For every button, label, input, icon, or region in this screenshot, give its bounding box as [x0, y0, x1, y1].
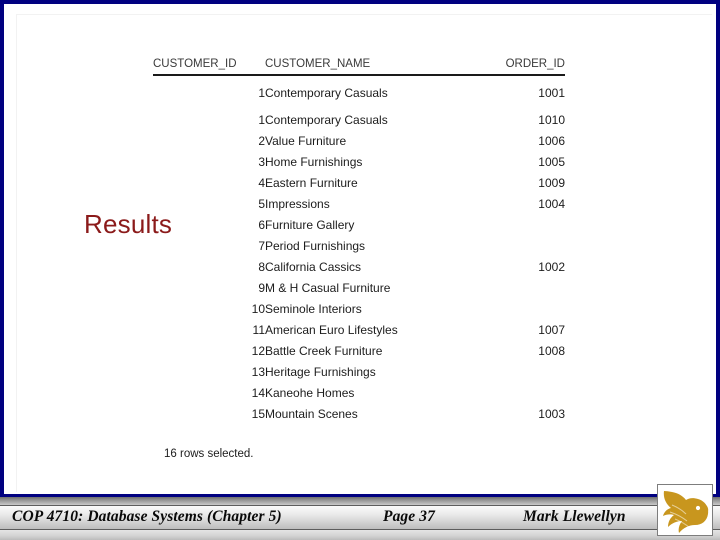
cell-customer-id: 4: [258, 176, 265, 190]
pegasus-icon: [663, 491, 709, 533]
table-row: 5 Impressions 1004: [153, 194, 565, 215]
cell-order-id: 1004: [538, 197, 565, 211]
cell-order-id: 1001: [538, 86, 565, 100]
cell-order-id: 1008: [538, 344, 565, 358]
cell-order-id: [470, 383, 565, 404]
slide: Results CUSTOMER_ID CUSTOMER_NAME ORDER_…: [0, 0, 720, 540]
table-row: 9M & H Casual Furniture: [153, 278, 565, 299]
cell-order-id: 1009: [538, 176, 565, 190]
cell-customer-name: Seminole Interiors: [265, 302, 362, 316]
ucf-pegasus-logo: [657, 484, 713, 536]
cell-customer-id: 13: [251, 365, 265, 379]
cell-order-id: 1007: [538, 323, 565, 337]
rows-selected-status: 16 rows selected.: [164, 448, 254, 460]
cell-customer-name: Contemporary Casuals: [265, 86, 388, 100]
table-body: 1 Contemporary Casuals 1001 1 Contemporary C…: [153, 75, 565, 425]
cell-order-id: [470, 278, 565, 299]
cell-customer-name: M & H Casual Furniture: [265, 281, 391, 295]
cell-customer-id: 14: [251, 386, 265, 400]
cell-customer-name: Value Furniture: [265, 134, 347, 148]
cell-customer-name: Furniture Gallery: [265, 218, 355, 232]
cell-customer-name: Eastern Furniture: [265, 176, 358, 190]
cell-customer-id: 10: [251, 302, 265, 316]
cell-customer-id: 1: [258, 113, 265, 127]
footer-course-title: COP 4710: Database Systems (Chapter 5): [12, 508, 282, 525]
cell-customer-id: 9: [258, 281, 265, 295]
column-header-order-id: ORDER_ID: [470, 58, 565, 76]
table-row: 11 American Euro Lifestyles 1007: [153, 320, 565, 341]
cell-customer-id: 11: [252, 323, 265, 337]
table-row: 10 Seminole Interiors: [153, 299, 565, 320]
table-row: 7 Period Furnishings: [153, 236, 565, 257]
cell-order-id: [470, 215, 565, 236]
table-row: 4 Eastern Furniture 1009: [153, 173, 565, 194]
footer-top-strip: [0, 497, 720, 505]
cell-customer-id: 1: [258, 86, 265, 100]
cell-customer-id: 7: [258, 239, 265, 253]
table-row: 1 Contemporary Casuals 1001: [153, 75, 565, 110]
query-result-grid: CUSTOMER_ID CUSTOMER_NAME ORDER_ID 1 Cont…: [153, 58, 565, 425]
cell-customer-name: Contemporary Casuals: [265, 113, 388, 127]
cell-customer-name: Kaneohe Homes: [265, 386, 355, 400]
table-row: 3 Home Furnishings 1005: [153, 152, 565, 173]
footer-author-name: Mark Llewellyn: [523, 508, 626, 525]
cell-customer-id: 2: [258, 134, 265, 148]
slide-footer: COP 4710: Database Systems (Chapter 5) P…: [0, 497, 720, 540]
table-row: 13 Heritage Furnishings: [153, 362, 565, 383]
cell-customer-name: Period Furnishings: [265, 239, 366, 253]
cell-customer-name: Impressions: [265, 197, 330, 211]
cell-customer-id: 15: [251, 407, 265, 421]
cell-order-id: 1006: [538, 134, 565, 148]
cell-order-id: [470, 236, 565, 257]
result-table: CUSTOMER_ID CUSTOMER_NAME ORDER_ID 1 Cont…: [153, 58, 565, 425]
cell-order-id: [470, 299, 565, 320]
cell-order-id: 1010: [538, 113, 565, 127]
cell-customer-name: Heritage Furnishings: [265, 365, 376, 379]
table-row: 6 Furniture Gallery: [153, 215, 565, 236]
cell-order-id: [470, 362, 565, 383]
table-row: 14 Kaneohe Homes: [153, 383, 565, 404]
cell-customer-id: 3: [258, 155, 265, 169]
table-row: 15 Mountain Scenes 1003: [153, 404, 565, 425]
cell-customer-name: Home Furnishings: [265, 155, 363, 169]
cell-customer-id: 5: [258, 197, 265, 211]
table-header-row: CUSTOMER_ID CUSTOMER_NAME ORDER_ID: [153, 58, 565, 76]
cell-customer-name: California Cassics: [265, 260, 362, 274]
cell-customer-name: Mountain Scenes: [265, 407, 358, 421]
table-row: 12 Battle Creek Furniture 1008: [153, 341, 565, 362]
column-header-customer-id: CUSTOMER_ID: [153, 58, 265, 76]
column-header-customer-name: CUSTOMER_NAME: [265, 58, 470, 76]
table-row: 1 Contemporary Casuals 1010: [153, 110, 565, 131]
cell-customer-id: 6: [258, 218, 265, 232]
table-header: CUSTOMER_ID CUSTOMER_NAME ORDER_ID: [153, 58, 565, 76]
table-row: 8 California Cassics 1002: [153, 257, 565, 278]
table-row: 2 Value Furniture 1006: [153, 131, 565, 152]
cell-customer-id: 12: [251, 344, 265, 358]
cell-customer-name: American Euro Lifestyles: [265, 323, 398, 337]
footer-page-number: Page 37: [383, 508, 435, 525]
cell-order-id: 1003: [538, 407, 565, 421]
cell-order-id: 1005: [538, 155, 565, 169]
cell-customer-id: 8: [258, 260, 265, 274]
cell-order-id: 1002: [538, 260, 565, 274]
footer-bottom-strip: [0, 530, 720, 540]
cell-customer-name: Battle Creek Furniture: [265, 344, 383, 358]
